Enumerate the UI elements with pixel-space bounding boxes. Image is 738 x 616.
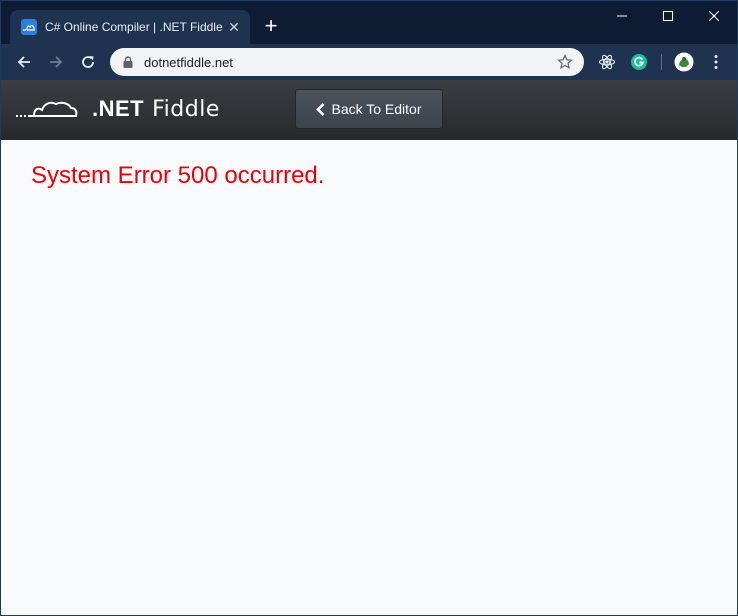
tab-close-icon[interactable]: ✕ <box>226 19 242 35</box>
back-to-editor-button[interactable]: Back To Editor <box>295 89 443 129</box>
forward-arrow-icon[interactable] <box>44 50 68 74</box>
site-logo[interactable]: .NET Fiddle <box>16 96 220 122</box>
site-header: .NET Fiddle Back To Editor <box>1 80 737 140</box>
logo-net-text: .NET <box>92 96 145 121</box>
react-devtools-icon[interactable] <box>597 52 617 72</box>
tab-title: C# Online Compiler | .NET Fiddle <box>45 20 223 34</box>
maximize-icon[interactable] <box>645 1 691 31</box>
back-arrow-icon[interactable] <box>12 50 36 74</box>
cloud-logo-icon <box>16 101 78 117</box>
back-to-editor-label: Back To Editor <box>331 101 422 117</box>
menu-dots-icon[interactable] <box>706 52 726 72</box>
chevron-left-icon <box>316 102 326 116</box>
minimize-icon[interactable] <box>599 1 645 31</box>
dotnetfiddle-favicon-icon <box>21 19 37 35</box>
star-icon[interactable] <box>554 51 576 73</box>
toolbar-divider <box>661 54 662 70</box>
new-tab-button[interactable]: + <box>260 15 282 37</box>
browser-toolbar: dotnetfiddle.net <box>1 44 737 80</box>
url-text[interactable]: dotnetfiddle.net <box>144 55 554 70</box>
browser-tab[interactable]: C# Online Compiler | .NET Fiddle ✕ <box>10 10 250 44</box>
error-message: System Error 500 occurred. <box>31 162 325 189</box>
grammarly-icon[interactable] <box>629 52 649 72</box>
logo-fiddle-text: Fiddle <box>152 96 220 122</box>
lock-icon[interactable] <box>121 55 135 69</box>
tab-strip: C# Online Compiler | .NET Fiddle ✕ + <box>1 1 737 44</box>
profile-avatar-icon[interactable] <box>674 52 694 72</box>
main-content: System Error 500 occurred. <box>1 140 737 615</box>
reload-icon[interactable] <box>76 50 100 74</box>
browser-window: C# Online Compiler | .NET Fiddle ✕ + dot… <box>0 0 738 616</box>
close-icon[interactable] <box>691 1 737 31</box>
address-bar[interactable]: dotnetfiddle.net <box>110 48 584 76</box>
